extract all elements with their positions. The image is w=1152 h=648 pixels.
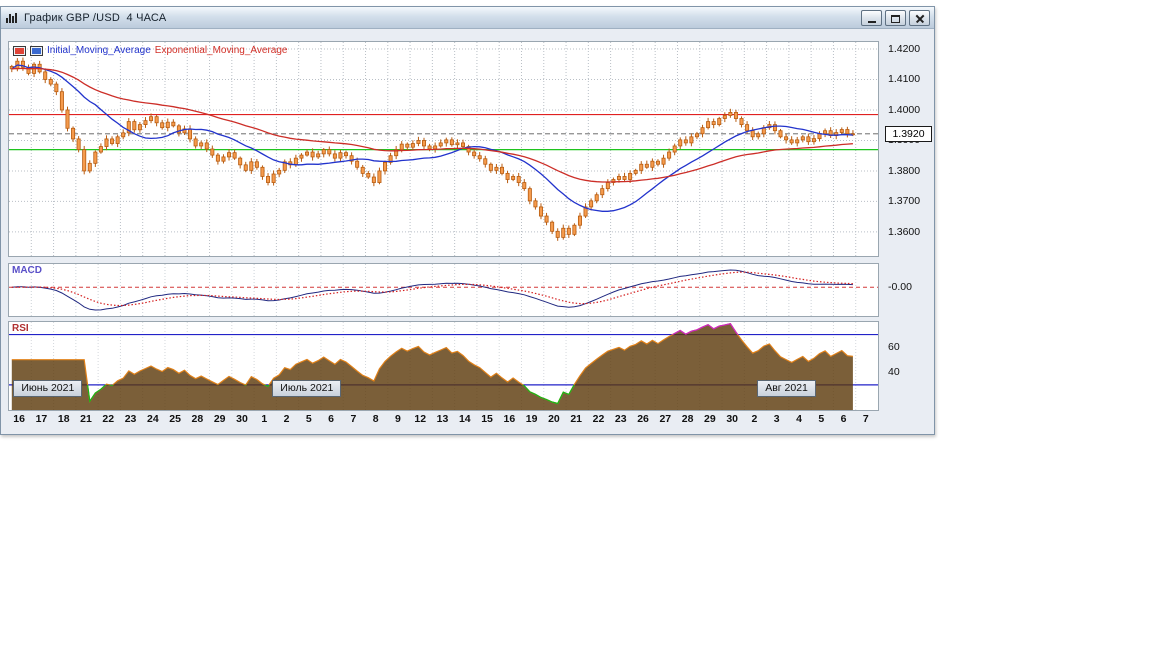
time-tick: 5 [818,413,825,425]
chart-window: График GBP /USD 4 ЧАСА Initial_Moving_Av… [0,6,935,435]
sma-legend-label: Initial_Moving_Average [47,45,151,56]
time-tick: 8 [372,413,379,425]
time-tick: 6 [328,413,334,425]
time-tick: 7 [862,413,869,425]
time-tick: 16 [503,413,516,425]
time-tick: 27 [659,413,672,425]
time-axis: 16 17 18 21 22 23 24 25 28 29 30 1 2 5 6 7 8 9 12 13 14 15 16 1… [8,411,879,429]
time-tick: 23 [124,413,137,425]
price-tick: 1.3800 [888,164,921,177]
time-tick: 28 [681,413,694,425]
time-tick: 15 [481,413,493,425]
minimize-icon [867,21,876,23]
close-button[interactable] [909,9,930,26]
macd-label: MACD [12,265,42,276]
price-tick: 1.3700 [888,195,921,208]
macd-panel: MACD [8,263,879,317]
time-tick: 25 [169,413,181,425]
time-tick: 30 [726,413,738,425]
candlestick-chart[interactable] [9,42,878,256]
macd-chart[interactable] [9,264,878,316]
time-tick: 14 [458,413,471,425]
maximize-button[interactable] [885,9,906,26]
time-tick: 13 [436,413,449,425]
time-tick: 21 [570,413,583,425]
time-tick: 18 [57,413,70,425]
price-axis: 1.42001.41001.40001.39001.38001.37001.36… [885,29,935,434]
time-tick: 21 [80,413,92,425]
blue-swatch-button[interactable] [30,45,43,56]
rsi-label: RSI [12,323,29,334]
indicator-legend: Initial_Moving_Average Exponential_Movin… [13,45,287,56]
ema-legend-label: Exponential_Moving_Average [154,45,288,56]
rsi-panel: RSI Июнь 2021 Июль 2021 Авг 2021 [8,321,879,411]
time-tick: 22 [592,413,605,425]
app-icon [6,12,17,23]
time-tick: 1 [261,413,268,425]
time-tick: 9 [395,413,401,425]
time-tick: 2 [283,413,290,425]
price-tick: 1.3600 [888,225,921,238]
time-tick: 3 [773,413,780,425]
current-price-tag: 1.3920 [885,126,932,143]
rsi-tick: 40 [888,366,900,379]
macd-tick: -0.00 [888,281,912,294]
rsi-tick: 60 [888,341,900,354]
month-marker[interactable]: Июнь 2021 [13,380,83,397]
time-tick: 23 [614,413,627,425]
maximize-icon [891,15,900,23]
time-tick: 12 [414,413,427,425]
time-tick: 7 [350,413,357,425]
window-body: Initial_Moving_Average Exponential_Movin… [1,29,934,434]
price-tick: 1.4000 [888,103,921,116]
price-panel: Initial_Moving_Average Exponential_Movin… [8,41,879,257]
month-marker[interactable]: Июль 2021 [272,380,342,397]
time-tick: 16 [13,413,25,425]
time-tick: 22 [102,413,115,425]
price-tick: 1.4200 [888,43,921,55]
time-tick: 28 [191,413,204,425]
time-tick: 6 [840,413,847,425]
time-tick: 26 [637,413,649,425]
red-swatch-button[interactable] [13,45,26,56]
month-marker[interactable]: Авг 2021 [757,380,816,397]
window-title: График GBP /USD 4 ЧАСА [24,11,167,24]
time-tick: 24 [146,413,159,425]
time-tick: 5 [305,413,312,425]
price-tick: 1.4100 [888,73,921,86]
time-tick: 20 [548,413,560,425]
time-tick: 17 [35,413,48,425]
time-tick: 2 [751,413,758,425]
titlebar[interactable]: График GBP /USD 4 ЧАСА [1,7,934,29]
time-tick: 29 [213,413,226,425]
time-tick: 29 [704,413,716,425]
minimize-button[interactable] [861,9,882,26]
time-tick: 19 [525,413,538,425]
rsi-chart[interactable] [9,322,878,410]
time-tick: 4 [796,413,802,425]
time-tick: 30 [236,413,248,425]
close-icon [915,14,925,24]
